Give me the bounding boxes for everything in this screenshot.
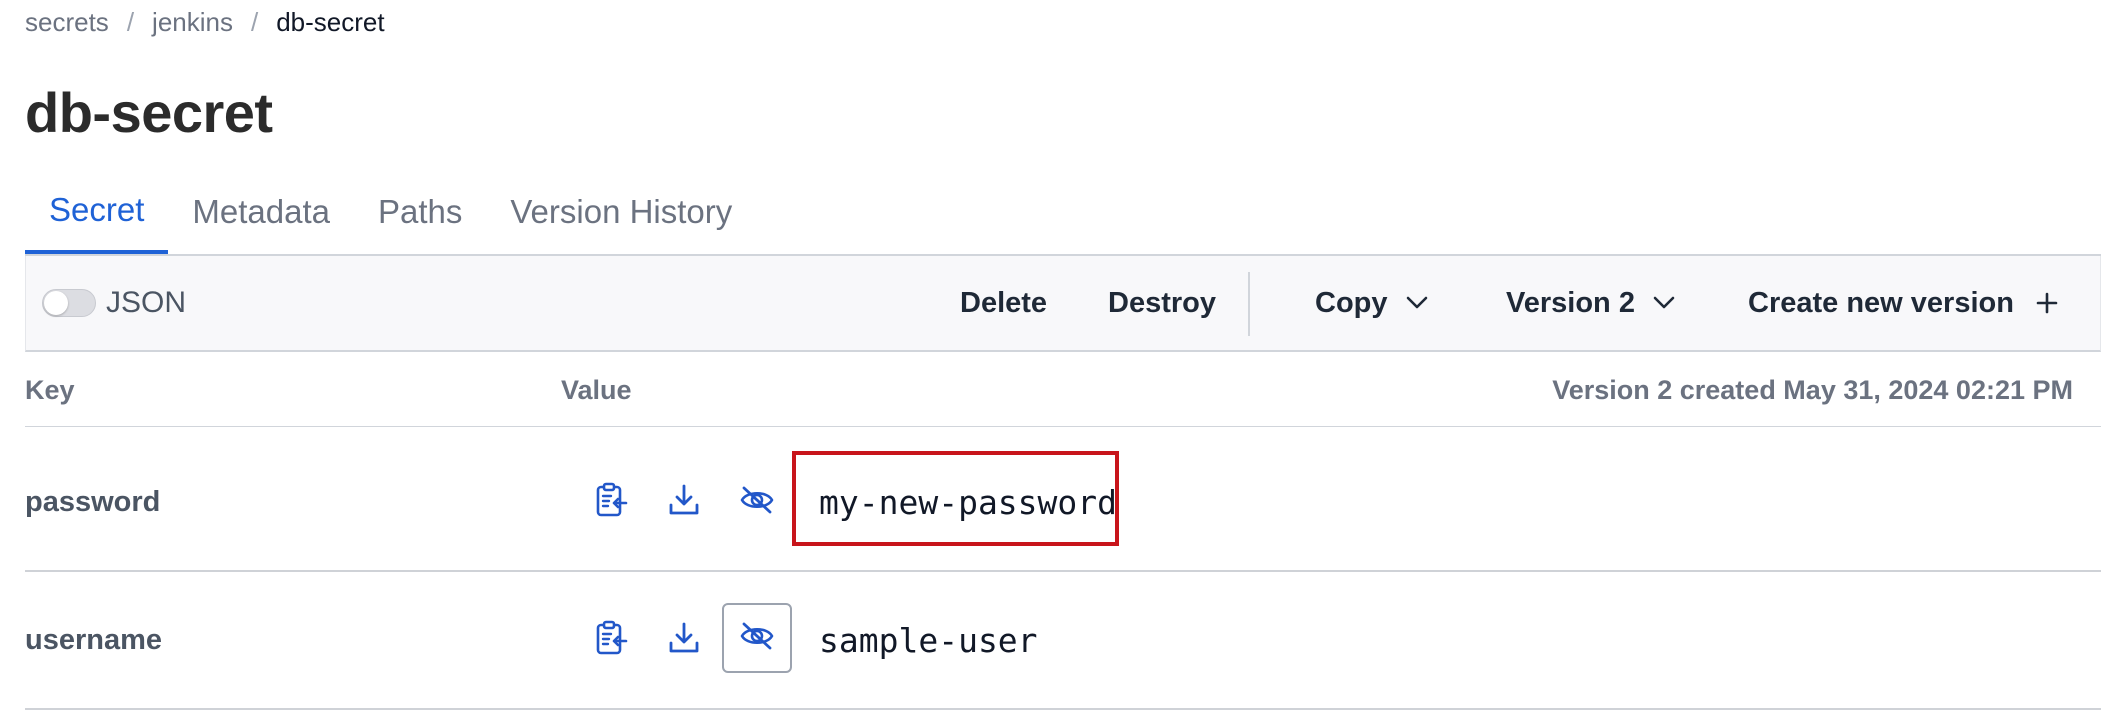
copy-value-button[interactable] — [577, 605, 647, 675]
secret-toolbar: JSON Delete Destroy Copy Version 2 Creat… — [25, 256, 2101, 352]
create-button-label: Create new version — [1748, 286, 2014, 319]
breadcrumb-separator: / — [250, 6, 259, 37]
breadcrumb-item-current: db-secret — [276, 6, 385, 37]
breadcrumb-item-secrets[interactable]: secrets — [25, 7, 109, 38]
download-icon — [667, 621, 701, 660]
breadcrumb: secrets / jenkins / db-secret — [25, 4, 385, 40]
copy-button-label: Copy — [1315, 286, 1388, 319]
tab-bar: Secret Metadata Paths Version History — [25, 170, 2101, 256]
version-button-label: Version 2 — [1506, 286, 1635, 319]
secret-key: password — [25, 485, 161, 518]
delete-button[interactable]: Delete — [960, 256, 1047, 350]
create-new-version-button[interactable]: Create new version — [1748, 256, 2058, 350]
tab-metadata[interactable]: Metadata — [168, 170, 354, 254]
plus-icon — [2036, 292, 2058, 314]
eye-off-icon — [739, 485, 775, 520]
copy-dropdown-button[interactable]: Copy — [1315, 256, 1428, 350]
toggle-knob — [44, 291, 68, 315]
tab-secret[interactable]: Secret — [25, 170, 169, 254]
download-value-button[interactable] — [649, 467, 719, 537]
chevron-down-icon — [1653, 296, 1675, 310]
clipboard-copy-icon — [595, 482, 629, 523]
toggle-visibility-button[interactable] — [722, 603, 792, 673]
secret-value: sample-user — [819, 620, 1038, 660]
tab-paths[interactable]: Paths — [354, 170, 486, 254]
version-dropdown-button[interactable]: Version 2 — [1506, 256, 1675, 350]
page-title: db-secret — [25, 81, 273, 144]
table-row: username sample-user — [25, 572, 2101, 710]
eye-off-icon — [739, 621, 775, 656]
json-toggle-label: JSON — [106, 286, 187, 319]
secret-key: username — [25, 623, 163, 656]
tab-version-history[interactable]: Version History — [486, 170, 756, 254]
version-created-info: Version 2 created May 31, 2024 02:21 PM — [1552, 374, 2073, 405]
breadcrumb-separator: / — [126, 6, 135, 37]
destroy-button[interactable]: Destroy — [1108, 256, 1216, 350]
column-header-value: Value — [561, 374, 632, 405]
download-icon — [667, 483, 701, 522]
chevron-down-icon — [1406, 296, 1428, 310]
toolbar-divider — [1248, 272, 1250, 336]
clipboard-copy-icon — [595, 620, 629, 661]
json-toggle-switch[interactable] — [42, 289, 96, 317]
download-value-button[interactable] — [649, 605, 719, 675]
delete-button-label: Delete — [960, 286, 1048, 319]
json-toggle[interactable]: JSON — [42, 256, 186, 350]
column-header-key: Key — [25, 374, 75, 405]
table-header: Key Value Version 2 created May 31, 2024… — [25, 354, 2101, 427]
copy-value-button[interactable] — [577, 467, 647, 537]
destroy-button-label: Destroy — [1108, 286, 1216, 319]
value-highlight-box — [792, 451, 1119, 546]
toggle-visibility-button[interactable] — [722, 467, 792, 537]
breadcrumb-item-jenkins[interactable]: jenkins — [152, 7, 233, 38]
